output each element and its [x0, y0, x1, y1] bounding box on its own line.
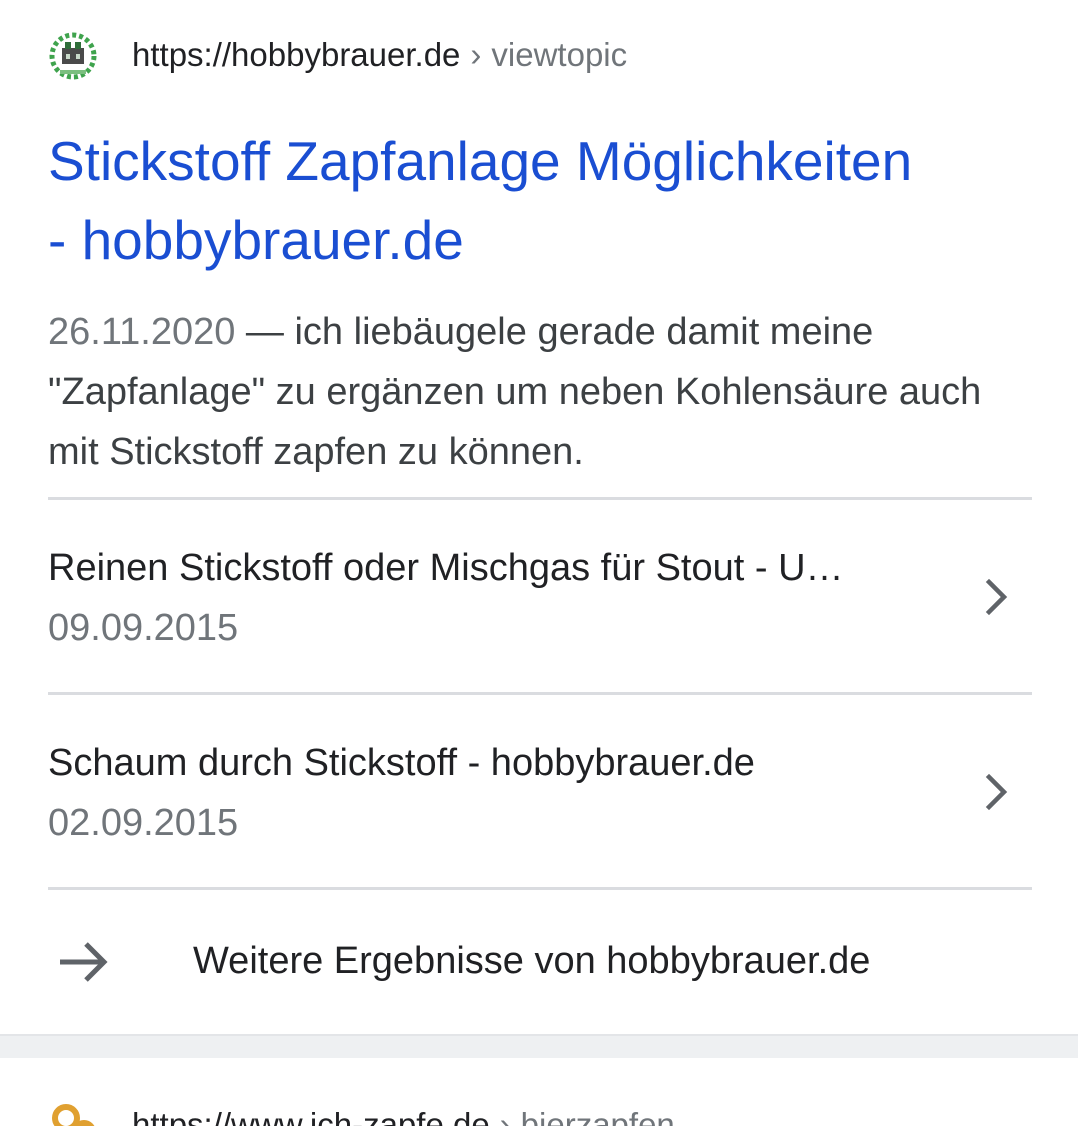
- arrow-right-icon: [58, 938, 110, 986]
- next-search-result-card: https://www.ich-zapfe.de › bierzapfen: [0, 1058, 1078, 1126]
- search-results-page: https://hobbybrauer.de › viewtopic Stick…: [0, 0, 1078, 1126]
- sublink-date: 02.09.2015: [48, 802, 239, 844]
- result-url-path: viewtopic: [491, 36, 628, 73]
- divider: [48, 887, 1032, 890]
- next-result-site-url: https://www.ich-zapfe.de: [132, 1106, 490, 1126]
- breadcrumb-separator: ›: [470, 36, 482, 73]
- next-result-url-path: bierzapfen: [520, 1106, 675, 1126]
- chevron-right-icon: [980, 772, 1014, 812]
- result-site-url: https://hobbybrauer.de: [132, 36, 461, 73]
- breadcrumb-separator: ›: [499, 1106, 511, 1126]
- result-site-row[interactable]: https://hobbybrauer.de › viewtopic: [48, 28, 627, 82]
- sublink-date: 09.09.2015: [48, 607, 239, 649]
- result-title-line-2: - hobbybrauer.de: [48, 209, 464, 271]
- search-result-card: https://hobbybrauer.de › viewtopic Stick…: [0, 0, 1078, 1034]
- result-separator: [0, 1034, 1078, 1058]
- ich-zapfe-logo-icon: [48, 1100, 98, 1126]
- more-results-link[interactable]: Weitere Ergebnisse von hobbybrauer.de: [0, 908, 1078, 1012]
- result-title-line-1: Stickstoff Zapfanlage Möglichkeiten: [48, 130, 913, 192]
- result-title-link[interactable]: Stickstoff Zapfanlage Möglichkeiten - ho…: [48, 122, 1038, 280]
- next-result-site-row[interactable]: https://www.ich-zapfe.de › bierzapfen: [48, 1098, 675, 1126]
- snippet-date: 26.11.2020: [48, 311, 236, 353]
- sublink-title: Reinen Stickstoff oder Mischgas für Stou…: [48, 547, 844, 589]
- more-results-label: Weitere Ergebnisse von hobbybrauer.de: [193, 940, 871, 982]
- chevron-right-icon: [980, 577, 1014, 617]
- hobbybrauer-logo-icon: [48, 30, 98, 80]
- sublink-item[interactable]: Reinen Stickstoff oder Mischgas für Stou…: [0, 499, 1078, 691]
- sublink-title: Schaum durch Stickstoff - hobbybrauer.de: [48, 742, 755, 784]
- sublink-item[interactable]: Schaum durch Stickstoff - hobbybrauer.de…: [0, 694, 1078, 886]
- result-snippet: 26.11.2020 — ich liebäugele gerade damit…: [48, 302, 1028, 482]
